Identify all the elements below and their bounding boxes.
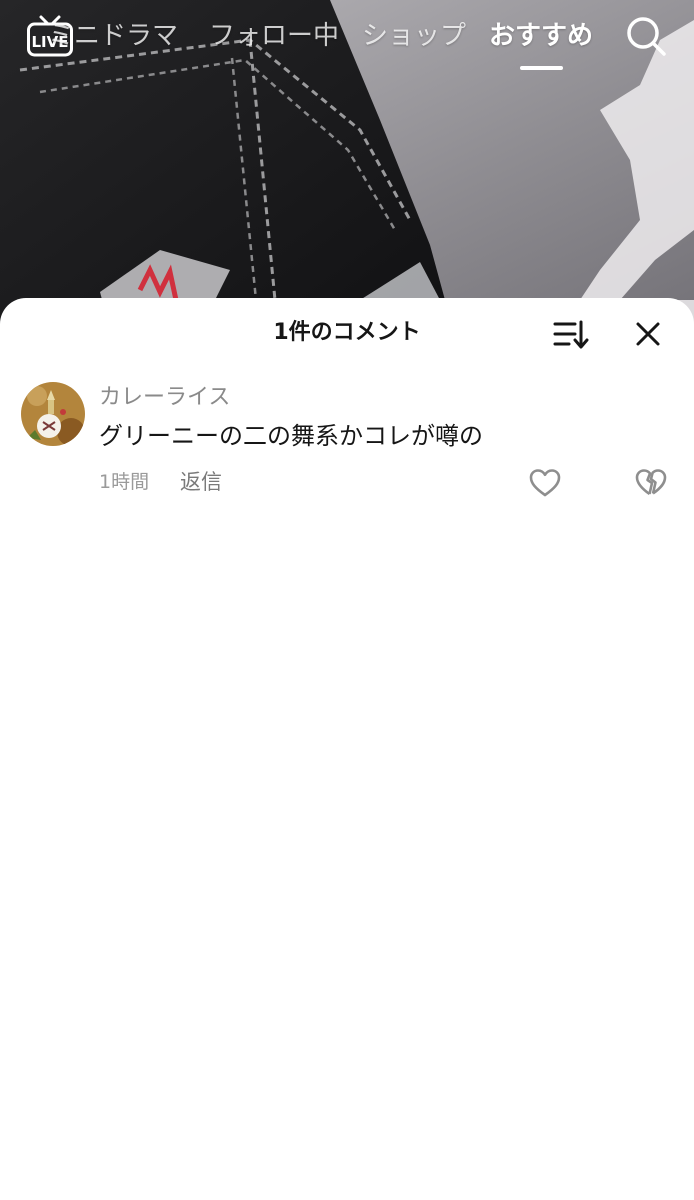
avatar[interactable] — [21, 382, 85, 446]
comments-panel: 1件のコメント カレーライス グリーニーの二の舞系かコレが噂の 1時間 返信 — [0, 298, 694, 1200]
search-button[interactable] — [624, 14, 668, 58]
tab-mini-drama[interactable]: ミニドラマ — [48, 16, 178, 56]
reply-button[interactable]: 返信 — [180, 466, 222, 498]
comment-text: グリーニーの二の舞系かコレが噂の — [99, 422, 483, 450]
comment-username[interactable]: カレーライス — [99, 382, 230, 414]
active-tab-indicator — [520, 66, 563, 70]
close-icon — [636, 322, 660, 346]
dislike-button[interactable] — [635, 468, 667, 498]
broken-heart-icon — [635, 469, 667, 496]
sort-icon — [553, 320, 589, 349]
heart-outline-icon — [529, 469, 561, 497]
tab-shop[interactable]: ショップ — [362, 16, 466, 56]
top-navigation: LIVE ミニドラマ フォロー中 ショップ おすすめ — [0, 0, 694, 80]
sort-button[interactable] — [550, 316, 590, 352]
like-button[interactable] — [529, 468, 561, 498]
tab-for-you[interactable]: おすすめ — [489, 16, 593, 56]
comment-item: カレーライス グリーニーの二の舞系かコレが噂の 1時間 返信 — [0, 380, 694, 510]
tab-following[interactable]: フォロー中 — [209, 16, 339, 56]
close-button[interactable] — [630, 316, 666, 352]
search-icon — [627, 17, 666, 56]
user-avatar-image — [21, 382, 85, 446]
comment-timestamp: 1時間 — [99, 471, 150, 493]
